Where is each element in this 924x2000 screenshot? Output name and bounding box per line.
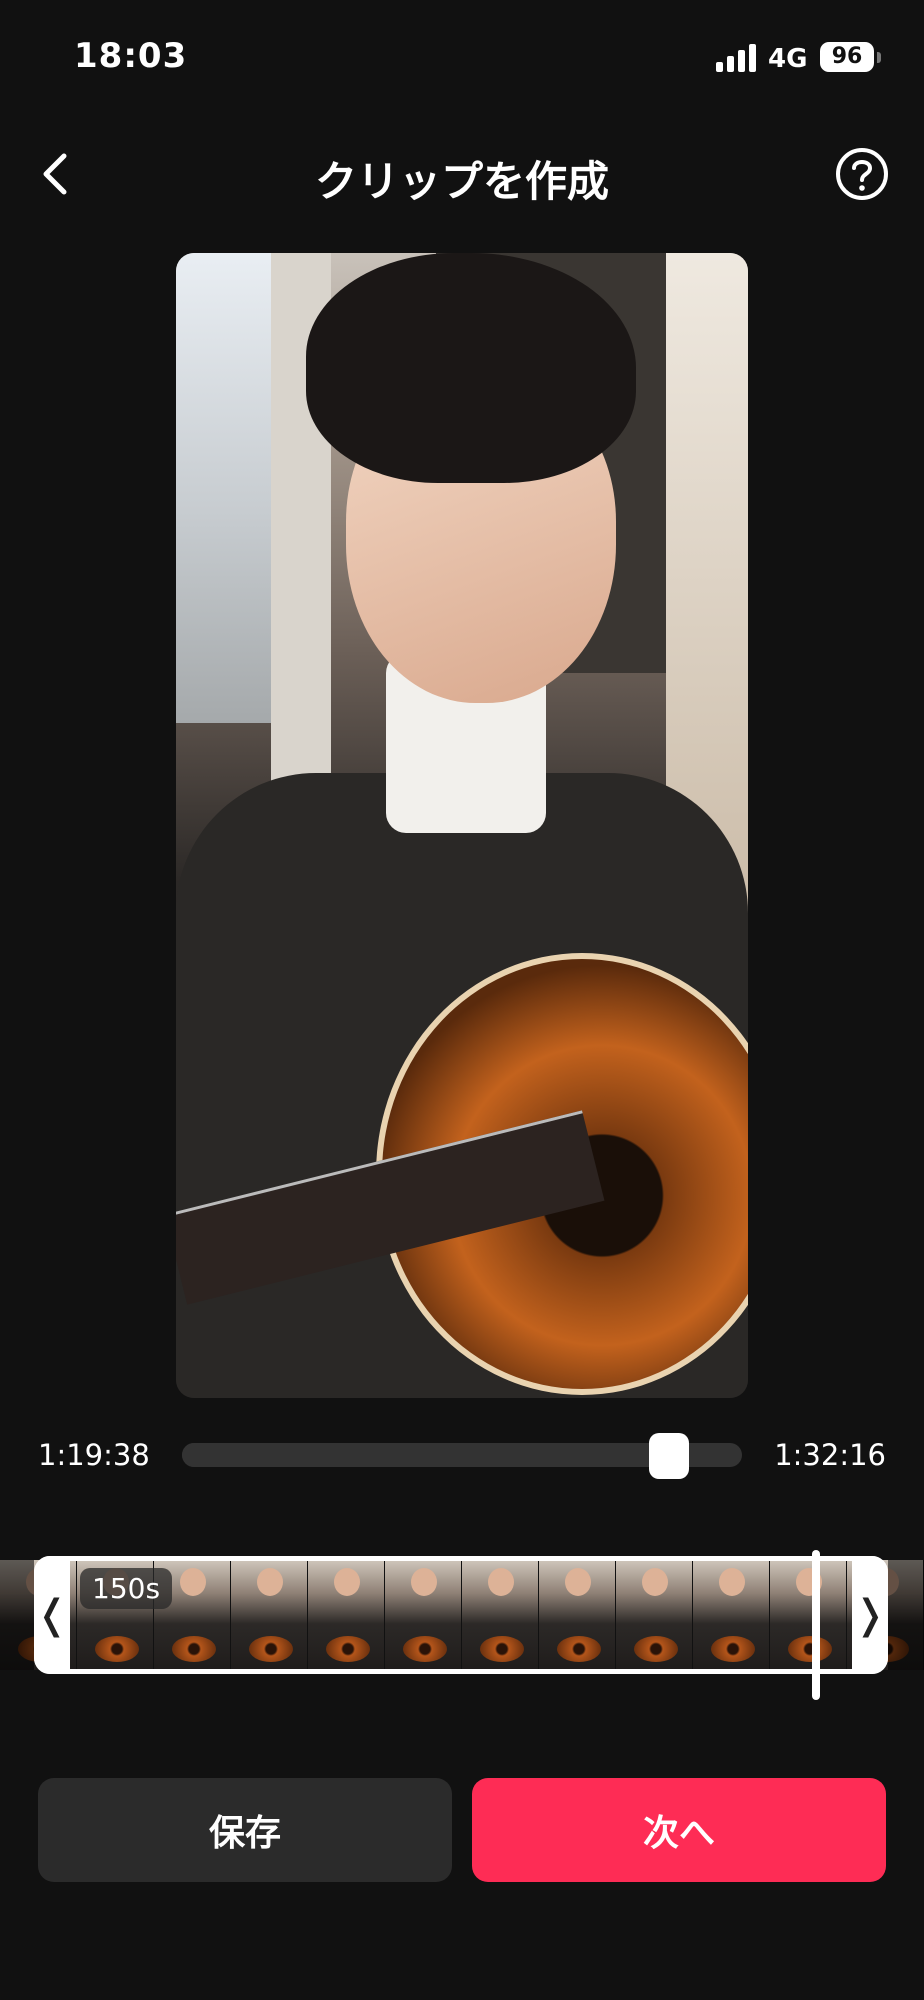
trim-handle-left[interactable]: ❬ — [34, 1556, 70, 1674]
trim-dim-right — [888, 1560, 924, 1670]
trim-dim-left — [0, 1560, 34, 1670]
preview-person-hair — [306, 253, 636, 483]
status-bar: 18:03 4G 96 — [0, 0, 924, 120]
playback-scrubber-thumb[interactable] — [649, 1433, 690, 1479]
status-time: 18:03 — [74, 36, 188, 76]
trim-handle-right[interactable]: ❭ — [852, 1556, 888, 1674]
video-preview[interactable] — [176, 253, 748, 1398]
clip-trim-timeline[interactable]: ❬ ❭ 150s — [0, 1550, 924, 1700]
clip-duration-badge: 150s — [80, 1568, 173, 1609]
total-time: 1:32:16 — [774, 1438, 886, 1472]
playback-progress-fill — [182, 1443, 670, 1467]
timeline-playhead[interactable] — [812, 1550, 820, 1700]
battery-icon: 96 — [820, 42, 874, 72]
top-nav: クリップを作成 — [0, 130, 924, 220]
battery-tip — [877, 52, 881, 63]
question-circle-icon — [836, 148, 888, 200]
current-time: 1:19:38 — [38, 1438, 150, 1472]
help-button[interactable] — [832, 144, 892, 204]
network-type: 4G — [768, 44, 808, 74]
next-button[interactable]: 次へ — [472, 1778, 886, 1882]
cellular-signal-icon — [716, 44, 760, 72]
page-title: クリップを作成 — [314, 157, 609, 206]
save-button[interactable]: 保存 — [38, 1778, 452, 1882]
